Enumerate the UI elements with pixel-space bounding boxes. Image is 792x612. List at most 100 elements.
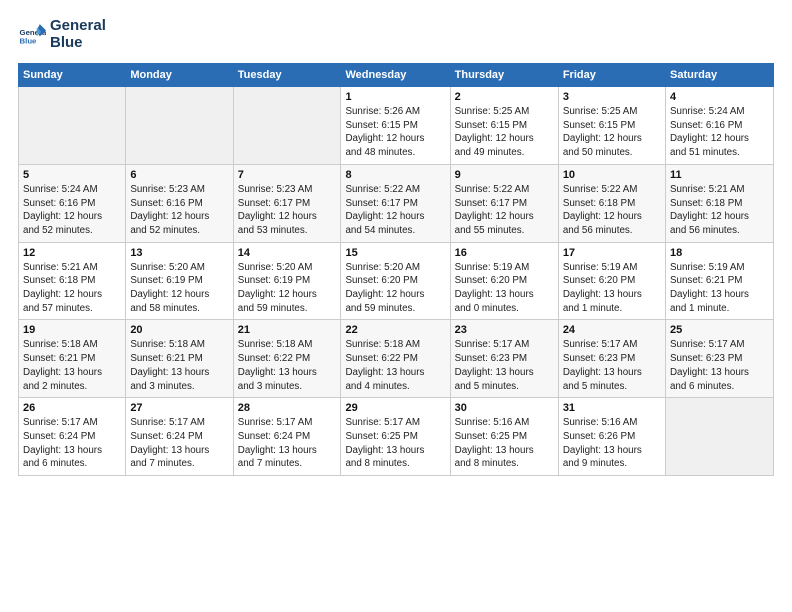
calendar-header-friday: Friday <box>558 64 665 87</box>
calendar-header-sunday: Sunday <box>19 64 126 87</box>
calendar-cell: 17 Sunrise: 5:19 AM Sunset: 6:20 PM Dayli… <box>558 242 665 320</box>
calendar-cell: 23 Sunrise: 5:17 AM Sunset: 6:23 PM Dayli… <box>450 320 558 398</box>
logo-icon: General Blue <box>18 21 46 49</box>
day-info: Sunrise: 5:16 AM Sunset: 6:26 PM Dayligh… <box>563 416 661 471</box>
day-number: 22 <box>345 324 445 336</box>
calendar-cell: 11 Sunrise: 5:21 AM Sunset: 6:18 PM Dayli… <box>665 164 773 242</box>
calendar-cell: 21 Sunrise: 5:18 AM Sunset: 6:22 PM Dayli… <box>233 320 341 398</box>
day-number: 27 <box>130 402 228 414</box>
day-number: 12 <box>23 247 121 259</box>
header: General Blue General Blue <box>18 18 774 51</box>
day-number: 28 <box>238 402 337 414</box>
day-info: Sunrise: 5:25 AM Sunset: 6:15 PM Dayligh… <box>563 105 661 160</box>
calendar-cell: 5 Sunrise: 5:24 AM Sunset: 6:16 PM Daylig… <box>19 164 126 242</box>
calendar-cell: 18 Sunrise: 5:19 AM Sunset: 6:21 PM Dayli… <box>665 242 773 320</box>
calendar-cell: 1Sunrise: 5:26 AM Sunset: 6:15 PM Daylig… <box>341 87 450 165</box>
calendar-cell: 19Sunrise: 5:18 AM Sunset: 6:21 PM Dayli… <box>19 320 126 398</box>
calendar-cell: 22 Sunrise: 5:18 AM Sunset: 6:22 PM Dayli… <box>341 320 450 398</box>
calendar-week-5: 26Sunrise: 5:17 AM Sunset: 6:24 PM Dayli… <box>19 398 774 476</box>
calendar-cell: 10 Sunrise: 5:22 AM Sunset: 6:18 PM Dayli… <box>558 164 665 242</box>
calendar-table: SundayMondayTuesdayWednesdayThursdayFrid… <box>18 63 774 476</box>
day-info: Sunrise: 5:24 AM Sunset: 6:16 PM Dayligh… <box>23 183 121 238</box>
day-info: Sunrise: 5:17 AM Sunset: 6:24 PM Dayligh… <box>130 416 228 471</box>
day-number: 11 <box>670 169 769 181</box>
day-number: 31 <box>563 402 661 414</box>
day-info: Sunrise: 5:16 AM Sunset: 6:25 PM Dayligh… <box>455 416 554 471</box>
calendar-cell <box>19 87 126 165</box>
page: General Blue General Blue SundayMondayTu… <box>0 0 792 612</box>
day-info: Sunrise: 5:17 AM Sunset: 6:24 PM Dayligh… <box>23 416 121 471</box>
calendar-week-1: 1Sunrise: 5:26 AM Sunset: 6:15 PM Daylig… <box>19 87 774 165</box>
day-number: 30 <box>455 402 554 414</box>
day-number: 5 <box>23 169 121 181</box>
calendar-cell: 13 Sunrise: 5:20 AM Sunset: 6:19 PM Dayli… <box>126 242 233 320</box>
calendar-cell: 15 Sunrise: 5:20 AM Sunset: 6:20 PM Dayli… <box>341 242 450 320</box>
calendar-cell: 24Sunrise: 5:17 AM Sunset: 6:23 PM Dayli… <box>558 320 665 398</box>
day-number: 8 <box>345 169 445 181</box>
day-info: Sunrise: 5:20 AM Sunset: 6:20 PM Dayligh… <box>345 261 445 316</box>
day-info: Sunrise: 5:22 AM Sunset: 6:17 PM Dayligh… <box>345 183 445 238</box>
calendar-cell: 27 Sunrise: 5:17 AM Sunset: 6:24 PM Dayli… <box>126 398 233 476</box>
day-number: 21 <box>238 324 337 336</box>
calendar-header-tuesday: Tuesday <box>233 64 341 87</box>
calendar-cell: 12Sunrise: 5:21 AM Sunset: 6:18 PM Dayli… <box>19 242 126 320</box>
calendar-cell: 6 Sunrise: 5:23 AM Sunset: 6:16 PM Daylig… <box>126 164 233 242</box>
day-number: 6 <box>130 169 228 181</box>
day-number: 20 <box>130 324 228 336</box>
calendar-cell <box>233 87 341 165</box>
logo-text-line1: General <box>50 18 106 35</box>
day-info: Sunrise: 5:23 AM Sunset: 6:16 PM Dayligh… <box>130 183 228 238</box>
calendar-cell: 29 Sunrise: 5:17 AM Sunset: 6:25 PM Dayli… <box>341 398 450 476</box>
day-info: Sunrise: 5:18 AM Sunset: 6:22 PM Dayligh… <box>238 338 337 393</box>
day-number: 29 <box>345 402 445 414</box>
day-info: Sunrise: 5:19 AM Sunset: 6:21 PM Dayligh… <box>670 261 769 316</box>
day-info: Sunrise: 5:26 AM Sunset: 6:15 PM Dayligh… <box>345 105 445 160</box>
day-number: 13 <box>130 247 228 259</box>
day-number: 15 <box>345 247 445 259</box>
day-info: Sunrise: 5:18 AM Sunset: 6:21 PM Dayligh… <box>130 338 228 393</box>
day-number: 17 <box>563 247 661 259</box>
calendar-cell: 20 Sunrise: 5:18 AM Sunset: 6:21 PM Dayli… <box>126 320 233 398</box>
logo: General Blue General Blue <box>18 18 106 51</box>
calendar-header-wednesday: Wednesday <box>341 64 450 87</box>
calendar-cell: 30 Sunrise: 5:16 AM Sunset: 6:25 PM Dayli… <box>450 398 558 476</box>
day-number: 10 <box>563 169 661 181</box>
day-number: 18 <box>670 247 769 259</box>
calendar-cell: 26Sunrise: 5:17 AM Sunset: 6:24 PM Dayli… <box>19 398 126 476</box>
calendar-cell: 3 Sunrise: 5:25 AM Sunset: 6:15 PM Daylig… <box>558 87 665 165</box>
day-info: Sunrise: 5:22 AM Sunset: 6:17 PM Dayligh… <box>455 183 554 238</box>
day-number: 4 <box>670 91 769 103</box>
day-info: Sunrise: 5:20 AM Sunset: 6:19 PM Dayligh… <box>238 261 337 316</box>
day-info: Sunrise: 5:17 AM Sunset: 6:23 PM Dayligh… <box>670 338 769 393</box>
day-number: 16 <box>455 247 554 259</box>
calendar-cell: 2 Sunrise: 5:25 AM Sunset: 6:15 PM Daylig… <box>450 87 558 165</box>
calendar-header-thursday: Thursday <box>450 64 558 87</box>
calendar-header-monday: Monday <box>126 64 233 87</box>
day-number: 3 <box>563 91 661 103</box>
logo-text-line2: Blue <box>50 35 106 52</box>
day-number: 2 <box>455 91 554 103</box>
day-number: 23 <box>455 324 554 336</box>
day-number: 9 <box>455 169 554 181</box>
day-info: Sunrise: 5:19 AM Sunset: 6:20 PM Dayligh… <box>455 261 554 316</box>
day-info: Sunrise: 5:17 AM Sunset: 6:25 PM Dayligh… <box>345 416 445 471</box>
day-info: Sunrise: 5:22 AM Sunset: 6:18 PM Dayligh… <box>563 183 661 238</box>
day-info: Sunrise: 5:23 AM Sunset: 6:17 PM Dayligh… <box>238 183 337 238</box>
calendar-week-4: 19 Sunrise: 5:18 AM Sunset: 6:21 PM Dayli… <box>19 320 774 398</box>
day-info: Sunrise: 5:17 AM Sunset: 6:23 PM Dayligh… <box>455 338 554 393</box>
day-info: Sunrise: 5:25 AM Sunset: 6:15 PM Dayligh… <box>455 105 554 160</box>
calendar-cell: 4 Sunrise: 5:24 AM Sunset: 6:16 PM Daylig… <box>665 87 773 165</box>
day-number: 19 <box>23 324 121 336</box>
day-info: Sunrise: 5:20 AM Sunset: 6:19 PM Dayligh… <box>130 261 228 316</box>
day-info: Sunrise: 5:24 AM Sunset: 6:16 PM Dayligh… <box>670 105 769 160</box>
calendar-cell: 7 Sunrise: 5:23 AM Sunset: 6:17 PM Daylig… <box>233 164 341 242</box>
day-number: 25 <box>670 324 769 336</box>
calendar-header-row: SundayMondayTuesdayWednesdayThursdayFrid… <box>19 64 774 87</box>
calendar-cell: 25 Sunrise: 5:17 AM Sunset: 6:23 PM Dayli… <box>665 320 773 398</box>
day-number: 7 <box>238 169 337 181</box>
calendar-cell: 31 Sunrise: 5:16 AM Sunset: 6:26 PM Dayli… <box>558 398 665 476</box>
day-info: Sunrise: 5:21 AM Sunset: 6:18 PM Dayligh… <box>670 183 769 238</box>
day-info: Sunrise: 5:18 AM Sunset: 6:22 PM Dayligh… <box>345 338 445 393</box>
calendar-week-2: 5 Sunrise: 5:24 AM Sunset: 6:16 PM Daylig… <box>19 164 774 242</box>
day-info: Sunrise: 5:19 AM Sunset: 6:20 PM Dayligh… <box>563 261 661 316</box>
